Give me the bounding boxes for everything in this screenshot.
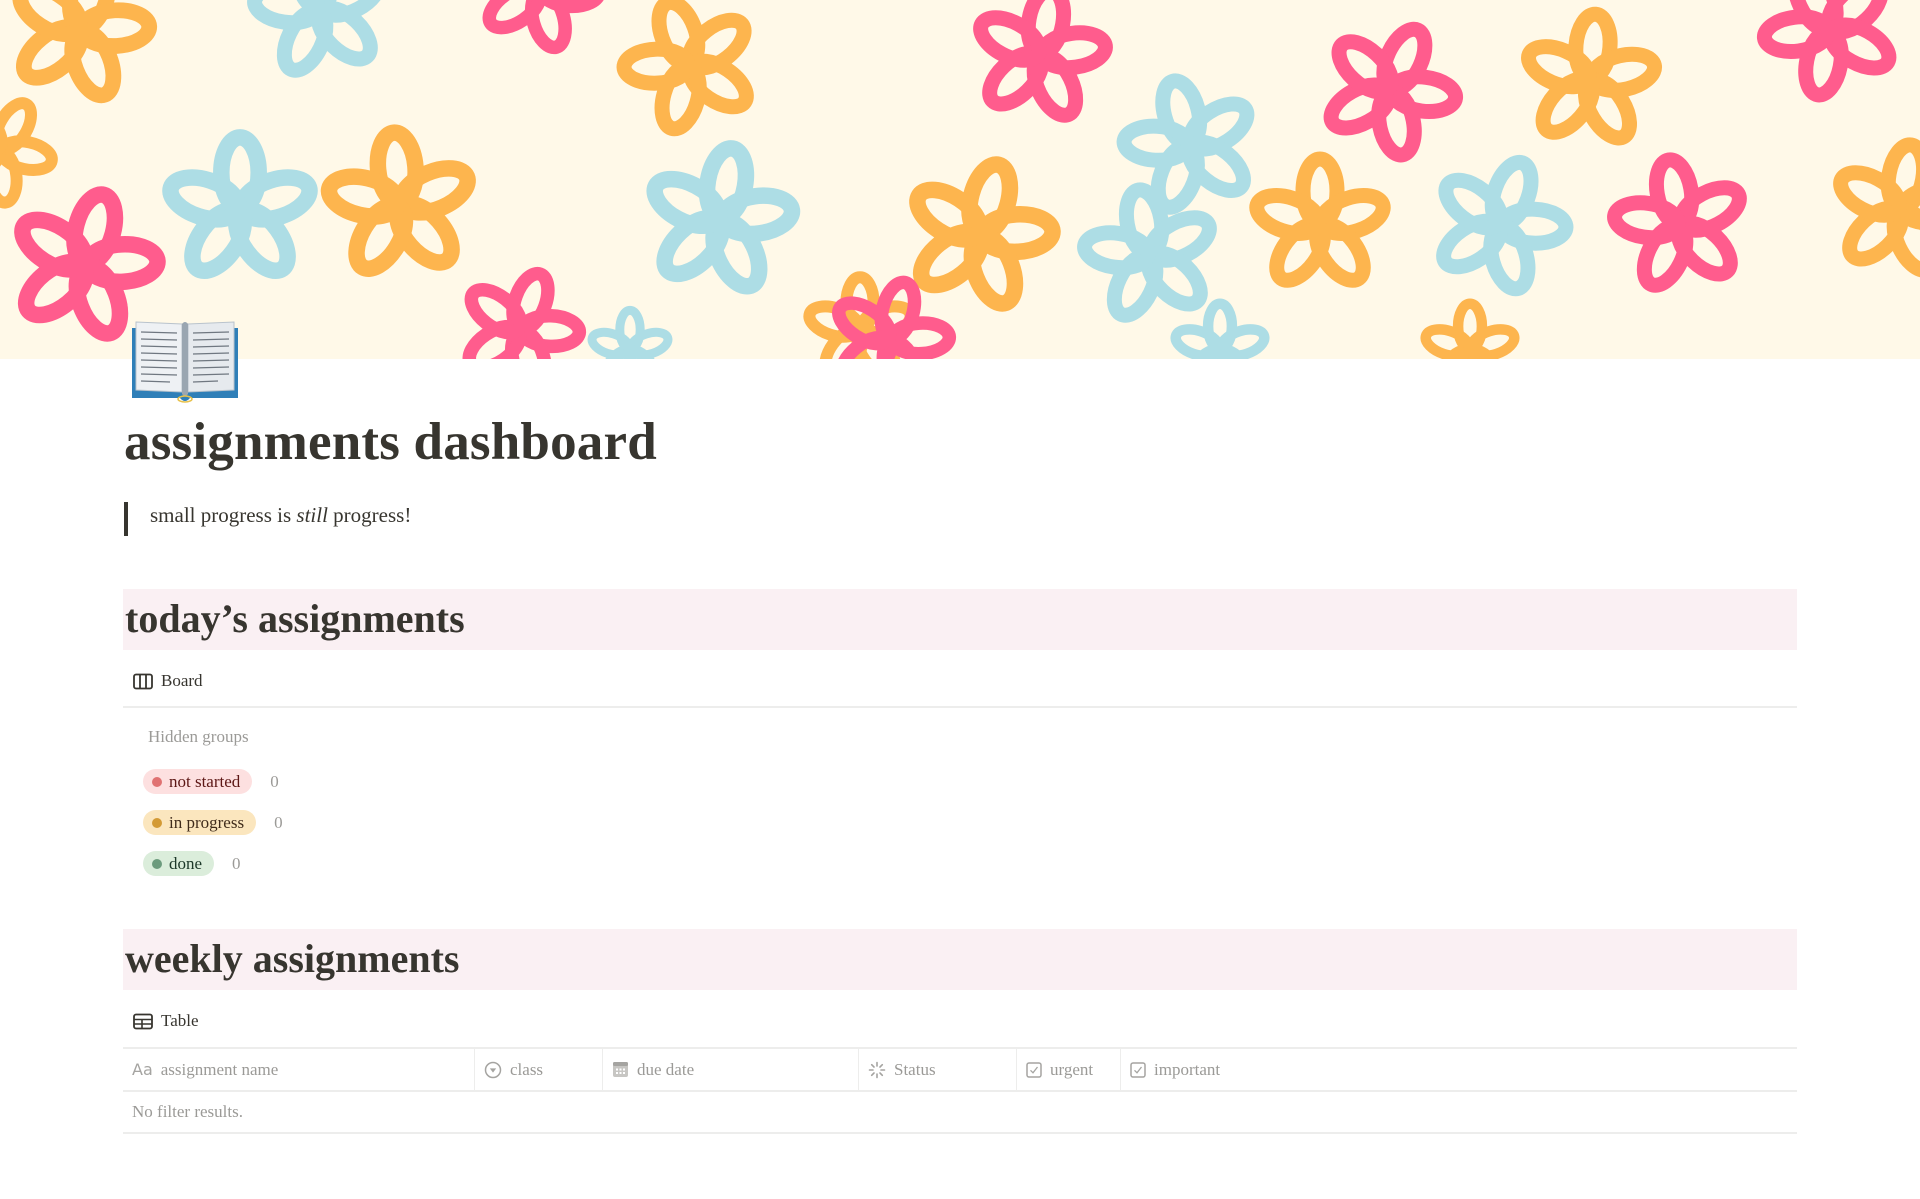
assignments-table: Aa assignment name class due date Status — [123, 1047, 1797, 1134]
status-pill-label: not started — [169, 771, 241, 791]
select-property-icon — [484, 1061, 502, 1079]
empty-results-row: No filter results. — [123, 1092, 1797, 1134]
column-header-due-date[interactable]: due date — [603, 1049, 859, 1090]
view-tab-board[interactable]: Board — [133, 669, 203, 693]
flower-decoration — [1822, 133, 1920, 284]
column-header-urgent[interactable]: urgent — [1017, 1049, 1121, 1090]
flower-decoration — [0, 0, 167, 113]
status-pill-label: in progress — [169, 812, 245, 832]
column-header-important[interactable]: important — [1121, 1049, 1797, 1090]
flower-decoration — [604, 0, 776, 148]
group-count: 0 — [232, 853, 241, 873]
column-header-status[interactable]: Status — [859, 1049, 1017, 1090]
flower-decoration — [165, 137, 315, 279]
view-tab-label: Table — [161, 1011, 199, 1030]
page-title[interactable]: assignments dashboard — [124, 412, 657, 472]
section-title-weekly[interactable]: weekly assignments — [125, 935, 459, 982]
flower-pattern — [0, 0, 1920, 359]
board-icon — [133, 673, 153, 689]
hidden-group-not-started[interactable]: not started 0 — [143, 769, 279, 794]
quote-text-emphasis: still — [296, 503, 328, 527]
view-tab-table[interactable]: Table — [133, 1009, 199, 1033]
flower-decoration — [1414, 140, 1586, 308]
quote-block[interactable]: small progress is still progress! — [150, 503, 411, 528]
calendar-icon — [612, 1061, 629, 1078]
column-label: important — [1154, 1059, 1221, 1079]
hidden-group-done[interactable]: done 0 — [143, 851, 241, 876]
quote-bar — [124, 502, 128, 536]
flower-decoration — [589, 310, 671, 359]
status-dot — [152, 817, 162, 828]
view-tab-label: Board — [161, 671, 203, 690]
table-header-row: Aa assignment name class due date Status — [123, 1047, 1797, 1092]
table-icon — [133, 1013, 153, 1029]
flower-decoration — [463, 0, 618, 65]
page-icon-open-book[interactable] — [128, 314, 242, 404]
cover-banner[interactable] — [0, 0, 1920, 359]
text-property-icon: Aa — [132, 1060, 153, 1079]
column-label: Status — [894, 1059, 936, 1079]
status-dot — [152, 858, 162, 869]
hidden-group-in-progress[interactable]: in progress 0 — [143, 810, 283, 835]
open-book-icon — [132, 321, 238, 403]
status-pill-label: done — [169, 853, 203, 873]
flower-decoration — [1252, 159, 1388, 288]
column-header-assignment-name[interactable]: Aa assignment name — [123, 1049, 475, 1090]
hidden-groups-label: Hidden groups — [148, 727, 249, 746]
status-icon — [868, 1061, 886, 1079]
quote-text-before: small progress is — [150, 503, 297, 527]
group-count: 0 — [270, 771, 279, 791]
flower-decoration — [1602, 148, 1758, 299]
flower-decoration — [1517, 8, 1664, 149]
empty-results-message: No filter results. — [132, 1102, 243, 1121]
column-label: due date — [637, 1059, 695, 1079]
section-header-today: today’s assignments — [123, 589, 1797, 650]
flower-decoration — [319, 126, 480, 281]
flower-decoration — [242, 0, 398, 84]
flower-decoration — [1740, 0, 1918, 116]
section-title-today[interactable]: today’s assignments — [125, 595, 465, 642]
flower-decoration — [0, 77, 74, 221]
flower-decoration — [1072, 178, 1228, 329]
status-pill-done[interactable]: done — [143, 851, 215, 876]
checkbox-icon — [1130, 1061, 1146, 1078]
section-header-weekly: weekly assignments — [123, 929, 1797, 990]
group-count: 0 — [274, 812, 283, 832]
flower-decoration — [1422, 304, 1517, 359]
divider — [123, 706, 1797, 708]
flower-decoration — [1302, 1, 1480, 176]
checkbox-icon — [1026, 1061, 1042, 1078]
flower-decoration — [962, 0, 1118, 129]
status-dot — [152, 776, 162, 787]
flower-decoration — [1172, 304, 1267, 359]
quote-text-after: progress! — [327, 503, 412, 527]
flower-decoration — [443, 253, 598, 359]
flower-decoration — [634, 136, 806, 302]
status-pill-not-started[interactable]: not started — [143, 769, 253, 794]
status-pill-in-progress[interactable]: in progress — [143, 810, 257, 835]
column-header-class[interactable]: class — [475, 1049, 603, 1090]
column-label: assignment name — [160, 1059, 279, 1079]
column-label: class — [510, 1059, 544, 1079]
column-label: urgent — [1050, 1059, 1094, 1079]
